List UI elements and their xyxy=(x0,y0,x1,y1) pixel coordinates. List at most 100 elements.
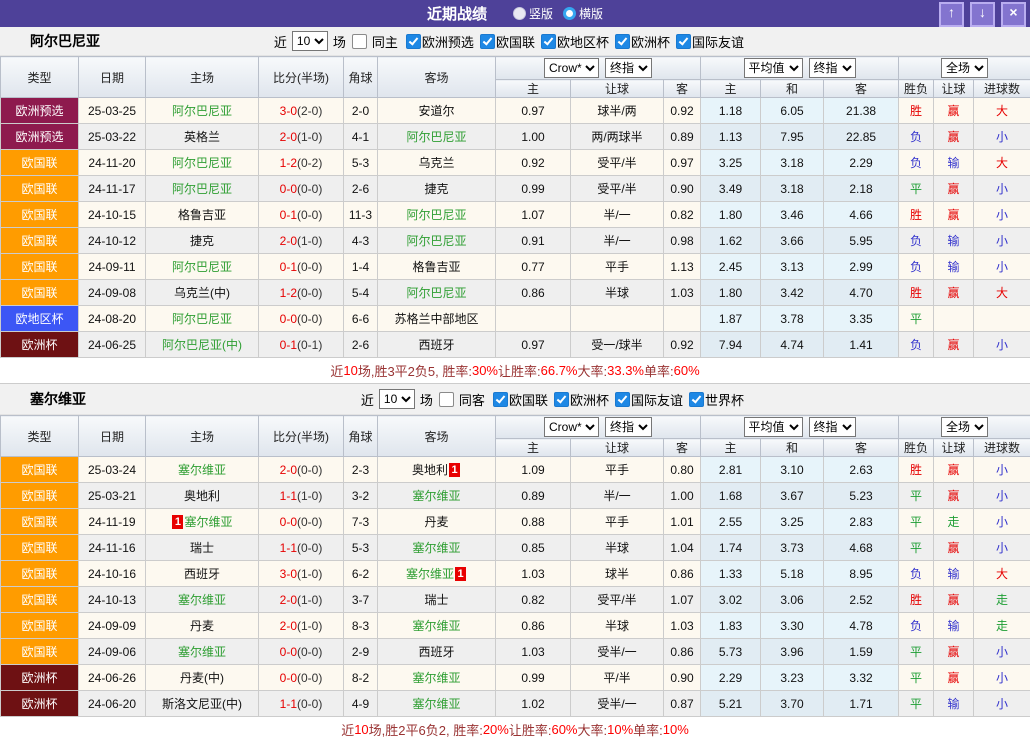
corner-cell: 8-2 xyxy=(344,665,378,691)
games-count-select[interactable]: 10 xyxy=(292,31,328,51)
team-name[interactable]: 塞尔维亚 xyxy=(412,697,460,711)
odds-away xyxy=(664,306,701,332)
corner-cell: 5-3 xyxy=(344,535,378,561)
scroll-up-button[interactable]: ↑ xyxy=(939,2,964,27)
handicap-line: 半球 xyxy=(571,613,664,639)
avg-away: 4.78 xyxy=(824,613,899,639)
team-name[interactable]: 阿尔巴尼亚 xyxy=(406,130,466,144)
match-row: 欧国联24-09-09丹麦2-0(1-0)8-3塞尔维亚0.86半球1.031.… xyxy=(1,613,1030,639)
score-cell: 2-0(1-0) xyxy=(259,228,344,254)
score-cell: 0-0(0-0) xyxy=(259,639,344,665)
competition-checkbox[interactable] xyxy=(541,34,556,49)
competition-checkbox[interactable] xyxy=(689,392,704,407)
vertical-radio[interactable] xyxy=(513,7,526,20)
avg-draw: 3.96 xyxy=(761,639,824,665)
scope-select[interactable]: 全场 xyxy=(941,417,988,437)
team-name[interactable]: 阿尔巴尼亚 xyxy=(172,104,232,118)
home-team-cell: 阿尔巴尼亚 xyxy=(146,150,259,176)
odds-dropdown-cell: Crow* 终指 xyxy=(496,416,701,439)
result-goals xyxy=(974,306,1030,332)
result-handicap: 输 xyxy=(934,613,974,639)
horizontal-radio[interactable] xyxy=(563,7,576,20)
competition-checkbox[interactable] xyxy=(406,34,421,49)
result-goals: 大 xyxy=(974,98,1030,124)
handicap-line: 半/一 xyxy=(571,202,664,228)
match-row: 欧国联24-10-12捷克2-0(1-0)4-3阿尔巴尼亚0.91半/一0.98… xyxy=(1,228,1030,254)
team-name[interactable]: 阿尔巴尼亚 xyxy=(406,234,466,248)
team-name[interactable]: 阿尔巴尼亚 xyxy=(406,286,466,300)
avg-time-select[interactable]: 终指 xyxy=(809,417,856,437)
away-team-cell: 丹麦 xyxy=(378,509,496,535)
full-score: 2-0 xyxy=(280,593,297,607)
team-name[interactable]: 阿尔巴尼亚 xyxy=(172,182,232,196)
result-handicap: 赢 xyxy=(934,587,974,613)
scope-select[interactable]: 全场 xyxy=(941,58,988,78)
match-row: 欧洲杯24-06-25阿尔巴尼亚(中)0-1(0-1)2-6西班牙0.97受一/… xyxy=(1,332,1030,358)
team-name[interactable]: 塞尔维亚 xyxy=(412,619,460,633)
result-handicap: 赢 xyxy=(934,98,974,124)
games-count-select[interactable]: 10 xyxy=(379,389,415,409)
games-label: 场 xyxy=(420,390,433,409)
team-name[interactable]: 塞尔维亚 xyxy=(412,541,460,555)
team-name[interactable]: 塞尔维亚 xyxy=(406,567,454,581)
competition-checkbox[interactable] xyxy=(615,392,630,407)
section-filter-bar: 阿尔巴尼亚近10场同主欧洲预选欧国联欧地区杯欧洲杯国际友谊 xyxy=(0,27,1030,56)
column-header: 角球 xyxy=(344,416,378,457)
odds-source-select[interactable]: Crow* xyxy=(544,58,599,78)
close-button[interactable]: × xyxy=(1001,2,1026,27)
score-cell: 0-0(0-0) xyxy=(259,665,344,691)
competition-checkbox[interactable] xyxy=(554,392,569,407)
match-row: 欧国联25-03-24塞尔维亚2-0(0-0)2-3奥地利11.09平手0.80… xyxy=(1,457,1030,483)
league-badge: 欧国联 xyxy=(1,587,79,613)
avg-home: 5.21 xyxy=(701,691,761,717)
team-name[interactable]: 阿尔巴尼亚 xyxy=(172,312,232,326)
team-name[interactable]: 塞尔维亚 xyxy=(178,463,226,477)
summary-segment: 场,胜3平2负5, 胜率: xyxy=(358,361,472,380)
odds-time-select[interactable]: 终指 xyxy=(605,417,652,437)
summary-segment: 10 xyxy=(354,722,368,737)
full-score: 0-0 xyxy=(280,671,297,685)
odds-time-select[interactable]: 终指 xyxy=(605,58,652,78)
competition-checkbox[interactable] xyxy=(493,392,508,407)
avg-home: 1.13 xyxy=(701,124,761,150)
full-score: 2-0 xyxy=(280,234,297,248)
avg-dropdown-cell: 平均值终指 xyxy=(701,57,899,80)
handicap-line: 平手 xyxy=(571,509,664,535)
team-name[interactable]: 塞尔维亚 xyxy=(184,515,232,529)
league-badge: 欧地区杯 xyxy=(1,306,79,332)
full-score: 0-1 xyxy=(280,208,297,222)
team-name: 捷克 xyxy=(190,234,214,248)
summary-segment: 让胜率: xyxy=(498,361,541,380)
team-name[interactable]: 塞尔维亚 xyxy=(412,671,460,685)
team-name[interactable]: 阿尔巴尼亚 xyxy=(406,208,466,222)
team-name[interactable]: 阿尔巴尼亚(中) xyxy=(162,338,242,352)
team-name[interactable]: 塞尔维亚 xyxy=(178,593,226,607)
team-name[interactable]: 塞尔维亚 xyxy=(178,645,226,659)
odds-home: 0.97 xyxy=(496,98,571,124)
league-badge: 欧国联 xyxy=(1,613,79,639)
half-score: (0-0) xyxy=(297,463,322,477)
team-name[interactable]: 塞尔维亚 xyxy=(412,489,460,503)
odds-away: 0.90 xyxy=(664,176,701,202)
full-score: 0-1 xyxy=(280,338,297,352)
result-handicap: 赢 xyxy=(934,332,974,358)
match-date: 24-11-19 xyxy=(79,509,146,535)
filter-controls: 近10场同主欧洲预选欧国联欧地区杯欧洲杯国际友谊 xyxy=(272,31,744,51)
avg-time-select[interactable]: 终指 xyxy=(809,58,856,78)
avg-source-select[interactable]: 平均值 xyxy=(744,417,803,437)
team-name[interactable]: 阿尔巴尼亚 xyxy=(172,156,232,170)
scroll-down-button[interactable]: ↓ xyxy=(970,2,995,27)
odds-source-select[interactable]: Crow* xyxy=(544,417,599,437)
corner-cell: 2-3 xyxy=(344,457,378,483)
league-badge: 欧国联 xyxy=(1,639,79,665)
odds-home: 1.03 xyxy=(496,561,571,587)
same-venue-checkbox[interactable] xyxy=(352,34,367,49)
competition-checkbox[interactable] xyxy=(676,34,691,49)
same-venue-checkbox[interactable] xyxy=(439,392,454,407)
summary-segment: 大率: xyxy=(578,361,608,380)
team-name[interactable]: 阿尔巴尼亚 xyxy=(172,260,232,274)
corner-cell: 4-1 xyxy=(344,124,378,150)
avg-source-select[interactable]: 平均值 xyxy=(744,58,803,78)
competition-checkbox[interactable] xyxy=(615,34,630,49)
competition-checkbox[interactable] xyxy=(480,34,495,49)
